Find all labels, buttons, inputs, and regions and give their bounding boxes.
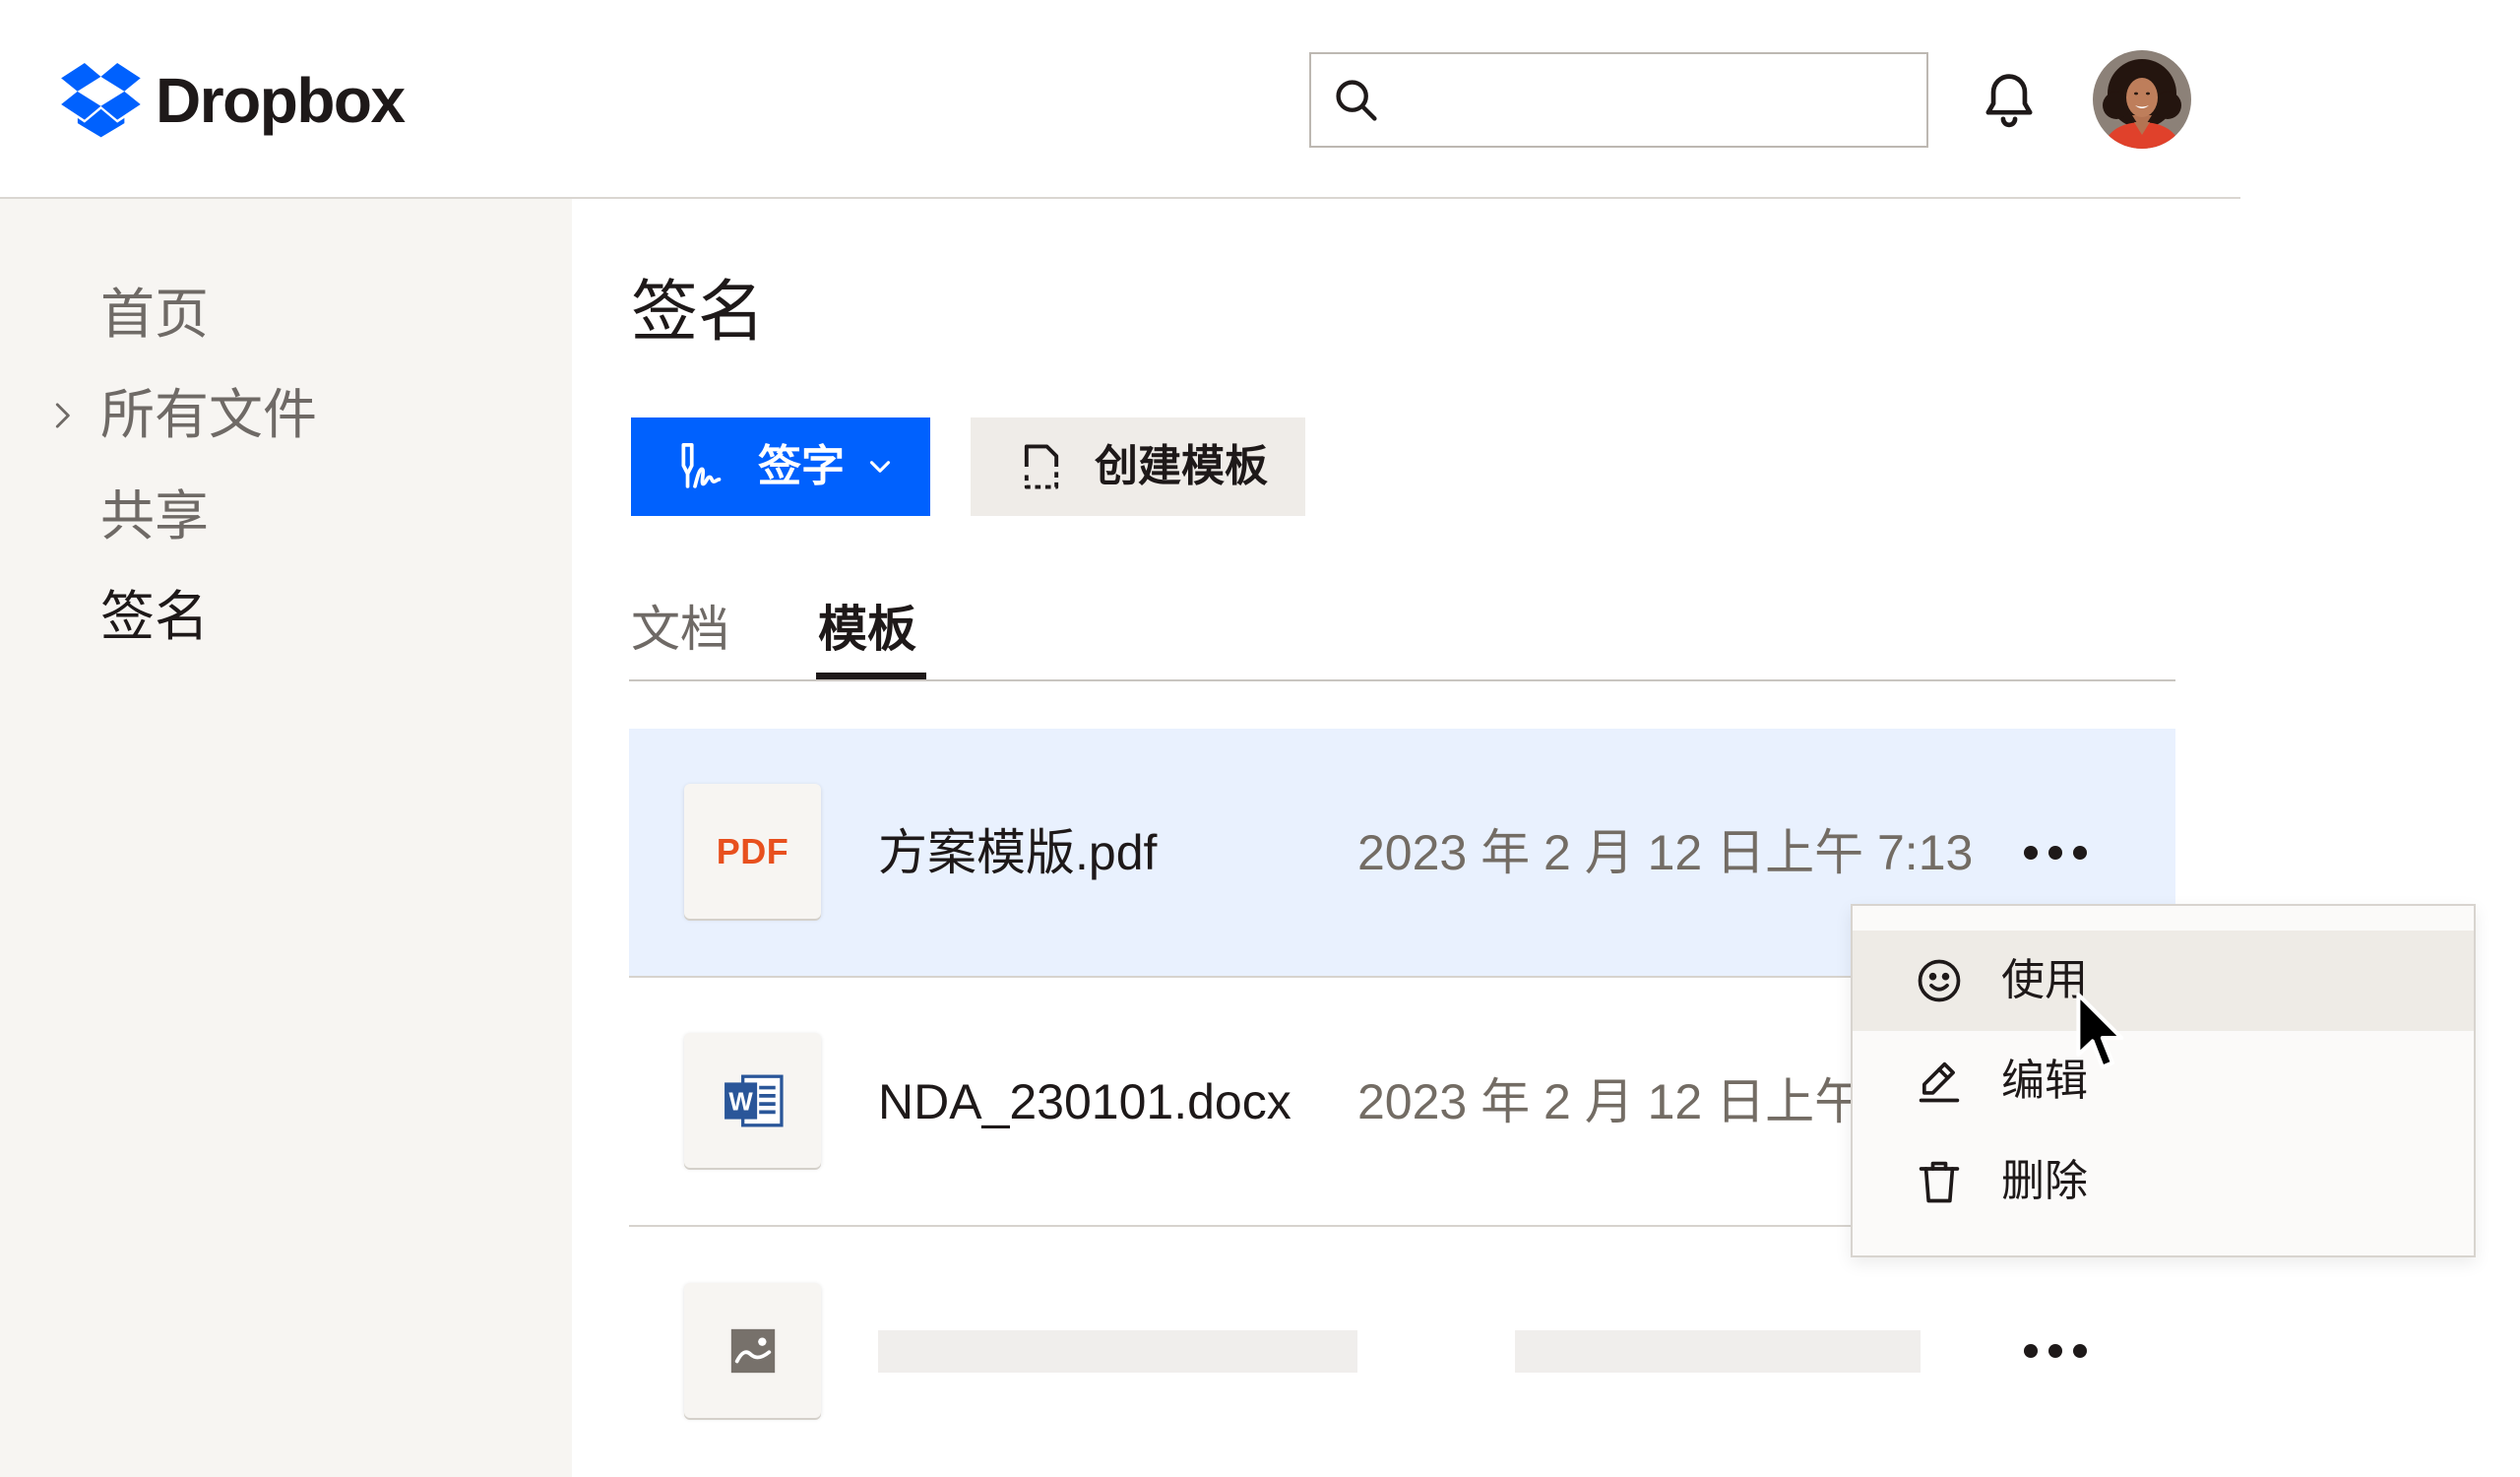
pdf-file-icon: PDF xyxy=(684,784,821,919)
file-name[interactable]: 方案模版.pdf xyxy=(878,823,1157,882)
more-options-button[interactable] xyxy=(2024,839,2087,867)
tab-templates[interactable]: 模板 xyxy=(818,600,916,659)
sign-button-label: 签字 xyxy=(758,442,845,490)
menu-item-label: 删除 xyxy=(2001,1157,2088,1205)
menu-item-delete[interactable]: 删除 xyxy=(1853,1131,2474,1232)
sign-button[interactable]: 签字 xyxy=(631,417,930,516)
sidebar-item-label: 共享 xyxy=(100,485,210,546)
dot xyxy=(2024,846,2038,860)
dot xyxy=(2048,846,2062,860)
sidebar-item-home[interactable]: 首页 xyxy=(0,264,572,364)
loading-placeholder-date xyxy=(1515,1330,1921,1373)
sidebar-item-label: 签名 xyxy=(100,586,210,647)
active-tab-indicator xyxy=(816,673,926,679)
sidebar-item-signatures[interactable]: 签名 xyxy=(0,566,572,667)
dot xyxy=(2024,1344,2038,1358)
file-date: 2023 年 2 月 12 日上午 7:13 xyxy=(1357,825,1974,880)
page-title: 签名 xyxy=(631,275,766,350)
sidebar-item-shared[interactable]: 共享 xyxy=(0,466,572,566)
file-name[interactable]: NDA_230101.docx xyxy=(878,1072,1292,1131)
sidebar-item-label: 首页 xyxy=(100,284,210,345)
user-photo xyxy=(2093,50,2191,149)
notifications-button[interactable] xyxy=(1977,67,2042,132)
dot xyxy=(2048,1344,2062,1358)
sidebar: 首页 所有文件 共享 签名 xyxy=(0,199,572,1477)
sidebar-item-label: 所有文件 xyxy=(100,384,318,445)
menu-item-edit[interactable]: 编辑 xyxy=(1853,1031,2474,1131)
app-window: Dropbox 首页 所有文件 共享 签名 签名 签字 创建模板 文档 模板 P… xyxy=(0,0,2520,1477)
brand-name: Dropbox xyxy=(156,65,406,136)
smiley-icon xyxy=(1918,959,1961,1002)
create-template-button[interactable]: 创建模板 xyxy=(971,417,1305,516)
tab-bar-divider xyxy=(629,679,2175,681)
dropbox-logo[interactable]: Dropbox xyxy=(61,61,406,140)
image-icon xyxy=(730,1328,775,1373)
search-icon xyxy=(1336,80,1377,121)
more-options-button[interactable] xyxy=(2024,1337,2087,1365)
chevron-right-icon[interactable] xyxy=(43,397,81,434)
tab-documents[interactable]: 文档 xyxy=(631,600,729,659)
image-file-icon xyxy=(684,1283,821,1418)
dot xyxy=(2073,846,2087,860)
create-template-label: 创建模板 xyxy=(1095,442,1268,490)
bell-icon xyxy=(1985,74,2033,128)
search-input[interactable] xyxy=(1400,64,1912,136)
avatar[interactable] xyxy=(2093,50,2191,149)
word-logo-letter: W xyxy=(728,1088,753,1116)
trash-icon xyxy=(1919,1161,1960,1203)
dropbox-logo-icon xyxy=(61,63,141,138)
word-logo-icon: W xyxy=(724,1074,784,1126)
word-file-icon: W xyxy=(684,1033,821,1168)
search-box[interactable] xyxy=(1309,52,1928,148)
menu-item-use[interactable]: 使用 xyxy=(1853,931,2474,1031)
dot xyxy=(2073,1344,2087,1358)
row-context-menu: 使用 编辑 删除 xyxy=(1851,904,2476,1257)
mouse-cursor-icon xyxy=(2076,993,2124,1069)
pencil-icon xyxy=(1919,1061,1960,1103)
sidebar-item-all-files[interactable]: 所有文件 xyxy=(0,364,572,465)
signature-icon xyxy=(681,442,722,488)
loading-placeholder-name xyxy=(878,1330,1357,1373)
pdf-badge-label: PDF xyxy=(716,830,789,871)
table-row[interactable] xyxy=(629,1227,2175,1477)
template-doc-icon xyxy=(1024,444,1059,489)
file-date: 2023 年 2 月 12 日上午 xyxy=(1357,1074,1864,1129)
chevron-down-icon xyxy=(869,461,891,473)
